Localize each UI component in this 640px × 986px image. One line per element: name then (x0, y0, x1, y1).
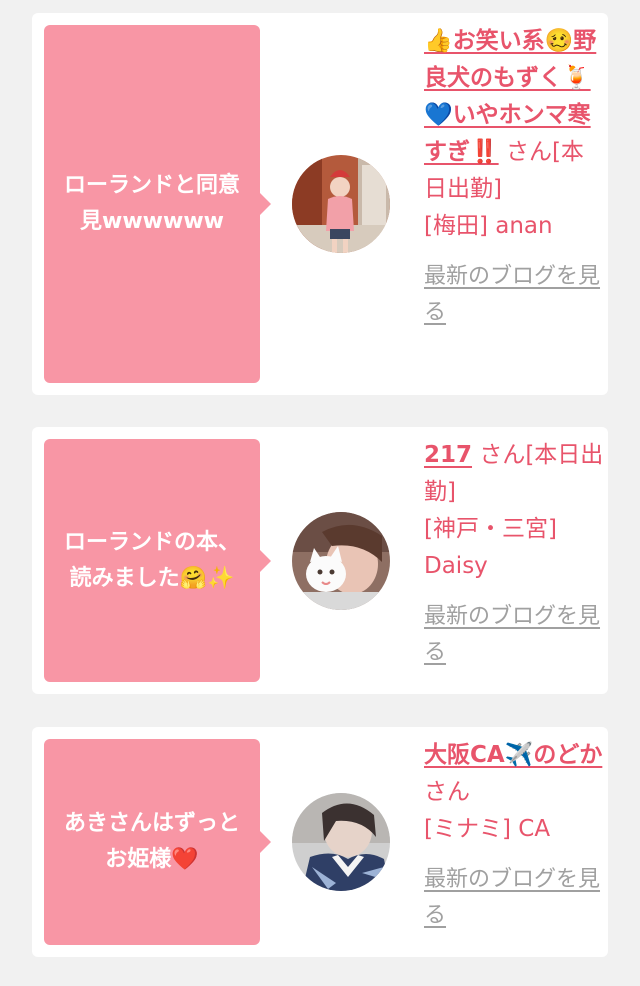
sender-status: さん (424, 779, 470, 805)
sender-name-link[interactable]: 大阪CA✈️のどか (424, 742, 602, 768)
shop-area: [梅田] anan (424, 213, 553, 239)
sender-info: 👍お笑い系🥴野良犬のもずく🍹💙いやホンマ寒すぎ‼️ さん[本日出勤] [梅田] … (424, 23, 604, 331)
message-text: ローランドと同意 見wwwwww (63, 173, 240, 234)
message-text: あきさんはずっと お姫様❤️ (63, 811, 240, 872)
sender-info: 217 さん[本日出勤] [神戸・三宮] Daisy 最新のブログを見る (424, 437, 604, 671)
sender-info: 大阪CA✈️のどか さん [ミナミ] CA 最新のブログを見る (424, 737, 604, 934)
message-feed: ローランドと同意 見wwwwww 👍お笑い系🥴野良犬のもずく🍹💙いやホンマ寒すぎ… (0, 0, 640, 986)
girl-with-cat-avatar[interactable] (292, 512, 390, 610)
message-card: ローランドの本、 読みました🤗✨ 217 さん[本日出勤] [神戸・三宮] Da… (32, 427, 608, 694)
latest-blog-link[interactable]: 最新のブログを見る (424, 259, 604, 331)
message-card: ローランドと同意 見wwwwww 👍お笑い系🥴野良犬のもずく🍹💙いやホンマ寒すぎ… (32, 13, 608, 395)
sender-name-link[interactable]: 217 (424, 442, 472, 468)
shop-area: [神戸・三宮] Daisy (424, 516, 557, 579)
message-card: あきさんはずっと お姫様❤️ 大阪CA✈️のどか さん [ミナミ] CA 最新の… (32, 727, 608, 957)
girl-uniform-avatar[interactable] (292, 793, 390, 891)
shop-area: [ミナミ] CA (424, 816, 551, 842)
message-bubble: ローランドの本、 読みました🤗✨ (44, 439, 271, 682)
message-text: ローランドの本、 読みました🤗✨ (63, 529, 240, 591)
latest-blog-link[interactable]: 最新のブログを見る (424, 862, 604, 934)
message-bubble: ローランドと同意 見wwwwww (44, 25, 271, 383)
latest-blog-link[interactable]: 最新のブログを見る (424, 599, 604, 671)
message-bubble: あきさんはずっと お姫様❤️ (44, 739, 271, 945)
girl-photo-avatar[interactable] (292, 155, 390, 253)
